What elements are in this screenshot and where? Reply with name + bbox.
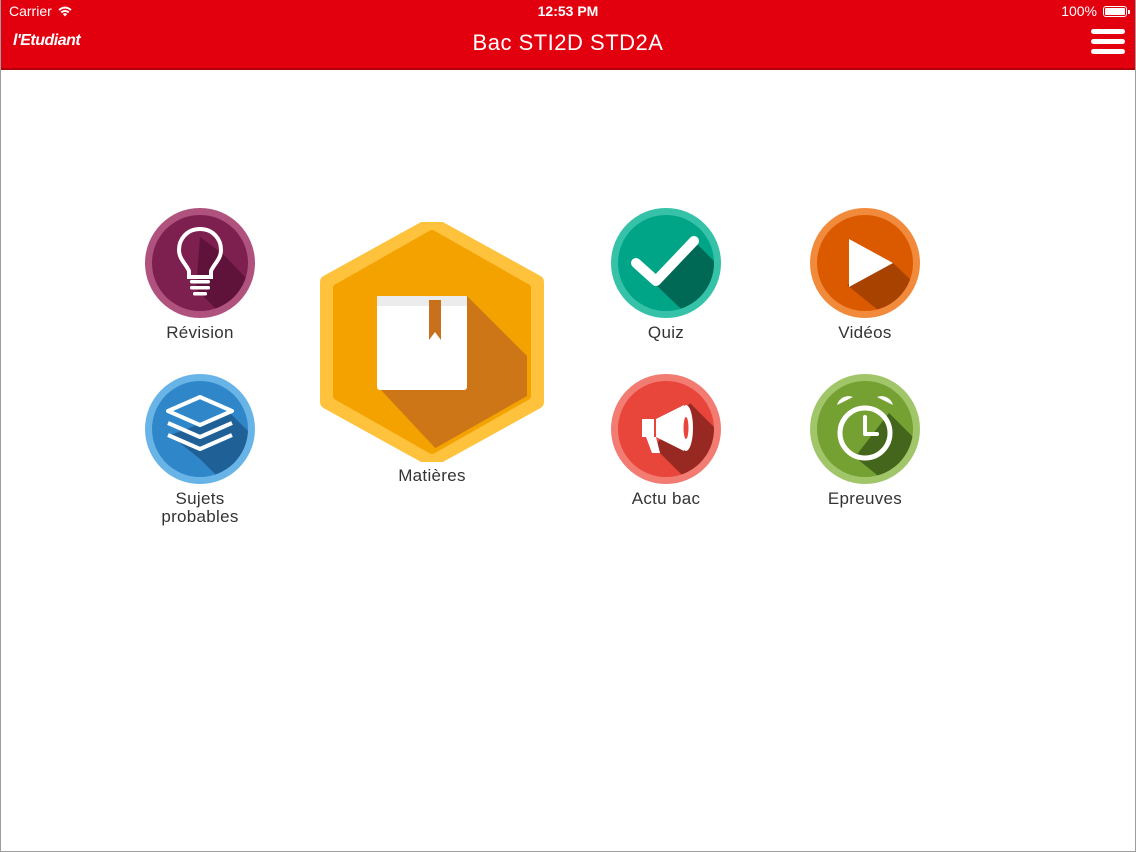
hamburger-menu-icon-bar	[1091, 39, 1125, 44]
layers-icon	[145, 374, 255, 484]
lightbulb-icon	[145, 208, 255, 318]
epreuves-button[interactable]: Epreuves	[805, 373, 925, 508]
sujets-label-line1: Sujets	[175, 489, 225, 508]
megaphone-icon	[611, 374, 721, 484]
app-screen: Carrier 12:53 PM 100% l'Etudiant Bac STI…	[0, 0, 1136, 852]
quiz-button[interactable]: Quiz	[606, 207, 726, 342]
videos-button[interactable]: Vidéos	[805, 207, 925, 342]
videos-label: Vidéos	[838, 323, 892, 342]
alarm-clock-icon	[810, 374, 920, 484]
actu-bac-label: Actu bac	[631, 489, 701, 508]
matieres-button[interactable]: Matières	[317, 222, 547, 485]
epreuves-label: Epreuves	[827, 489, 903, 508]
battery-icon	[1103, 5, 1130, 17]
sujets-probables-button[interactable]: Sujets probables	[140, 373, 260, 526]
quiz-label: Quiz	[647, 323, 685, 342]
revision-button[interactable]: Révision	[140, 207, 260, 342]
page-title: Bac STI2D STD2A	[472, 30, 664, 55]
app-header: Carrier 12:53 PM 100% l'Etudiant Bac STI…	[1, 0, 1135, 70]
status-bar: Carrier 12:53 PM 100%	[1, 0, 1135, 22]
battery-percentage: 100%	[1061, 3, 1097, 19]
status-time: 12:53 PM	[537, 3, 599, 19]
status-battery: 100%	[1061, 0, 1130, 22]
play-icon	[810, 208, 920, 318]
sujets-label-line2: probables	[161, 507, 239, 526]
checkmark-icon	[611, 208, 721, 318]
matieres-label: Matières	[398, 466, 466, 485]
revision-label: Révision	[166, 323, 234, 342]
book-icon	[320, 222, 544, 462]
menu-button[interactable]	[1091, 29, 1125, 55]
actu-bac-button[interactable]: Actu bac	[606, 373, 726, 508]
battery-level-fill	[1105, 7, 1125, 15]
hamburger-menu-icon-bar	[1091, 29, 1125, 34]
hamburger-menu-icon-bar	[1091, 49, 1125, 54]
